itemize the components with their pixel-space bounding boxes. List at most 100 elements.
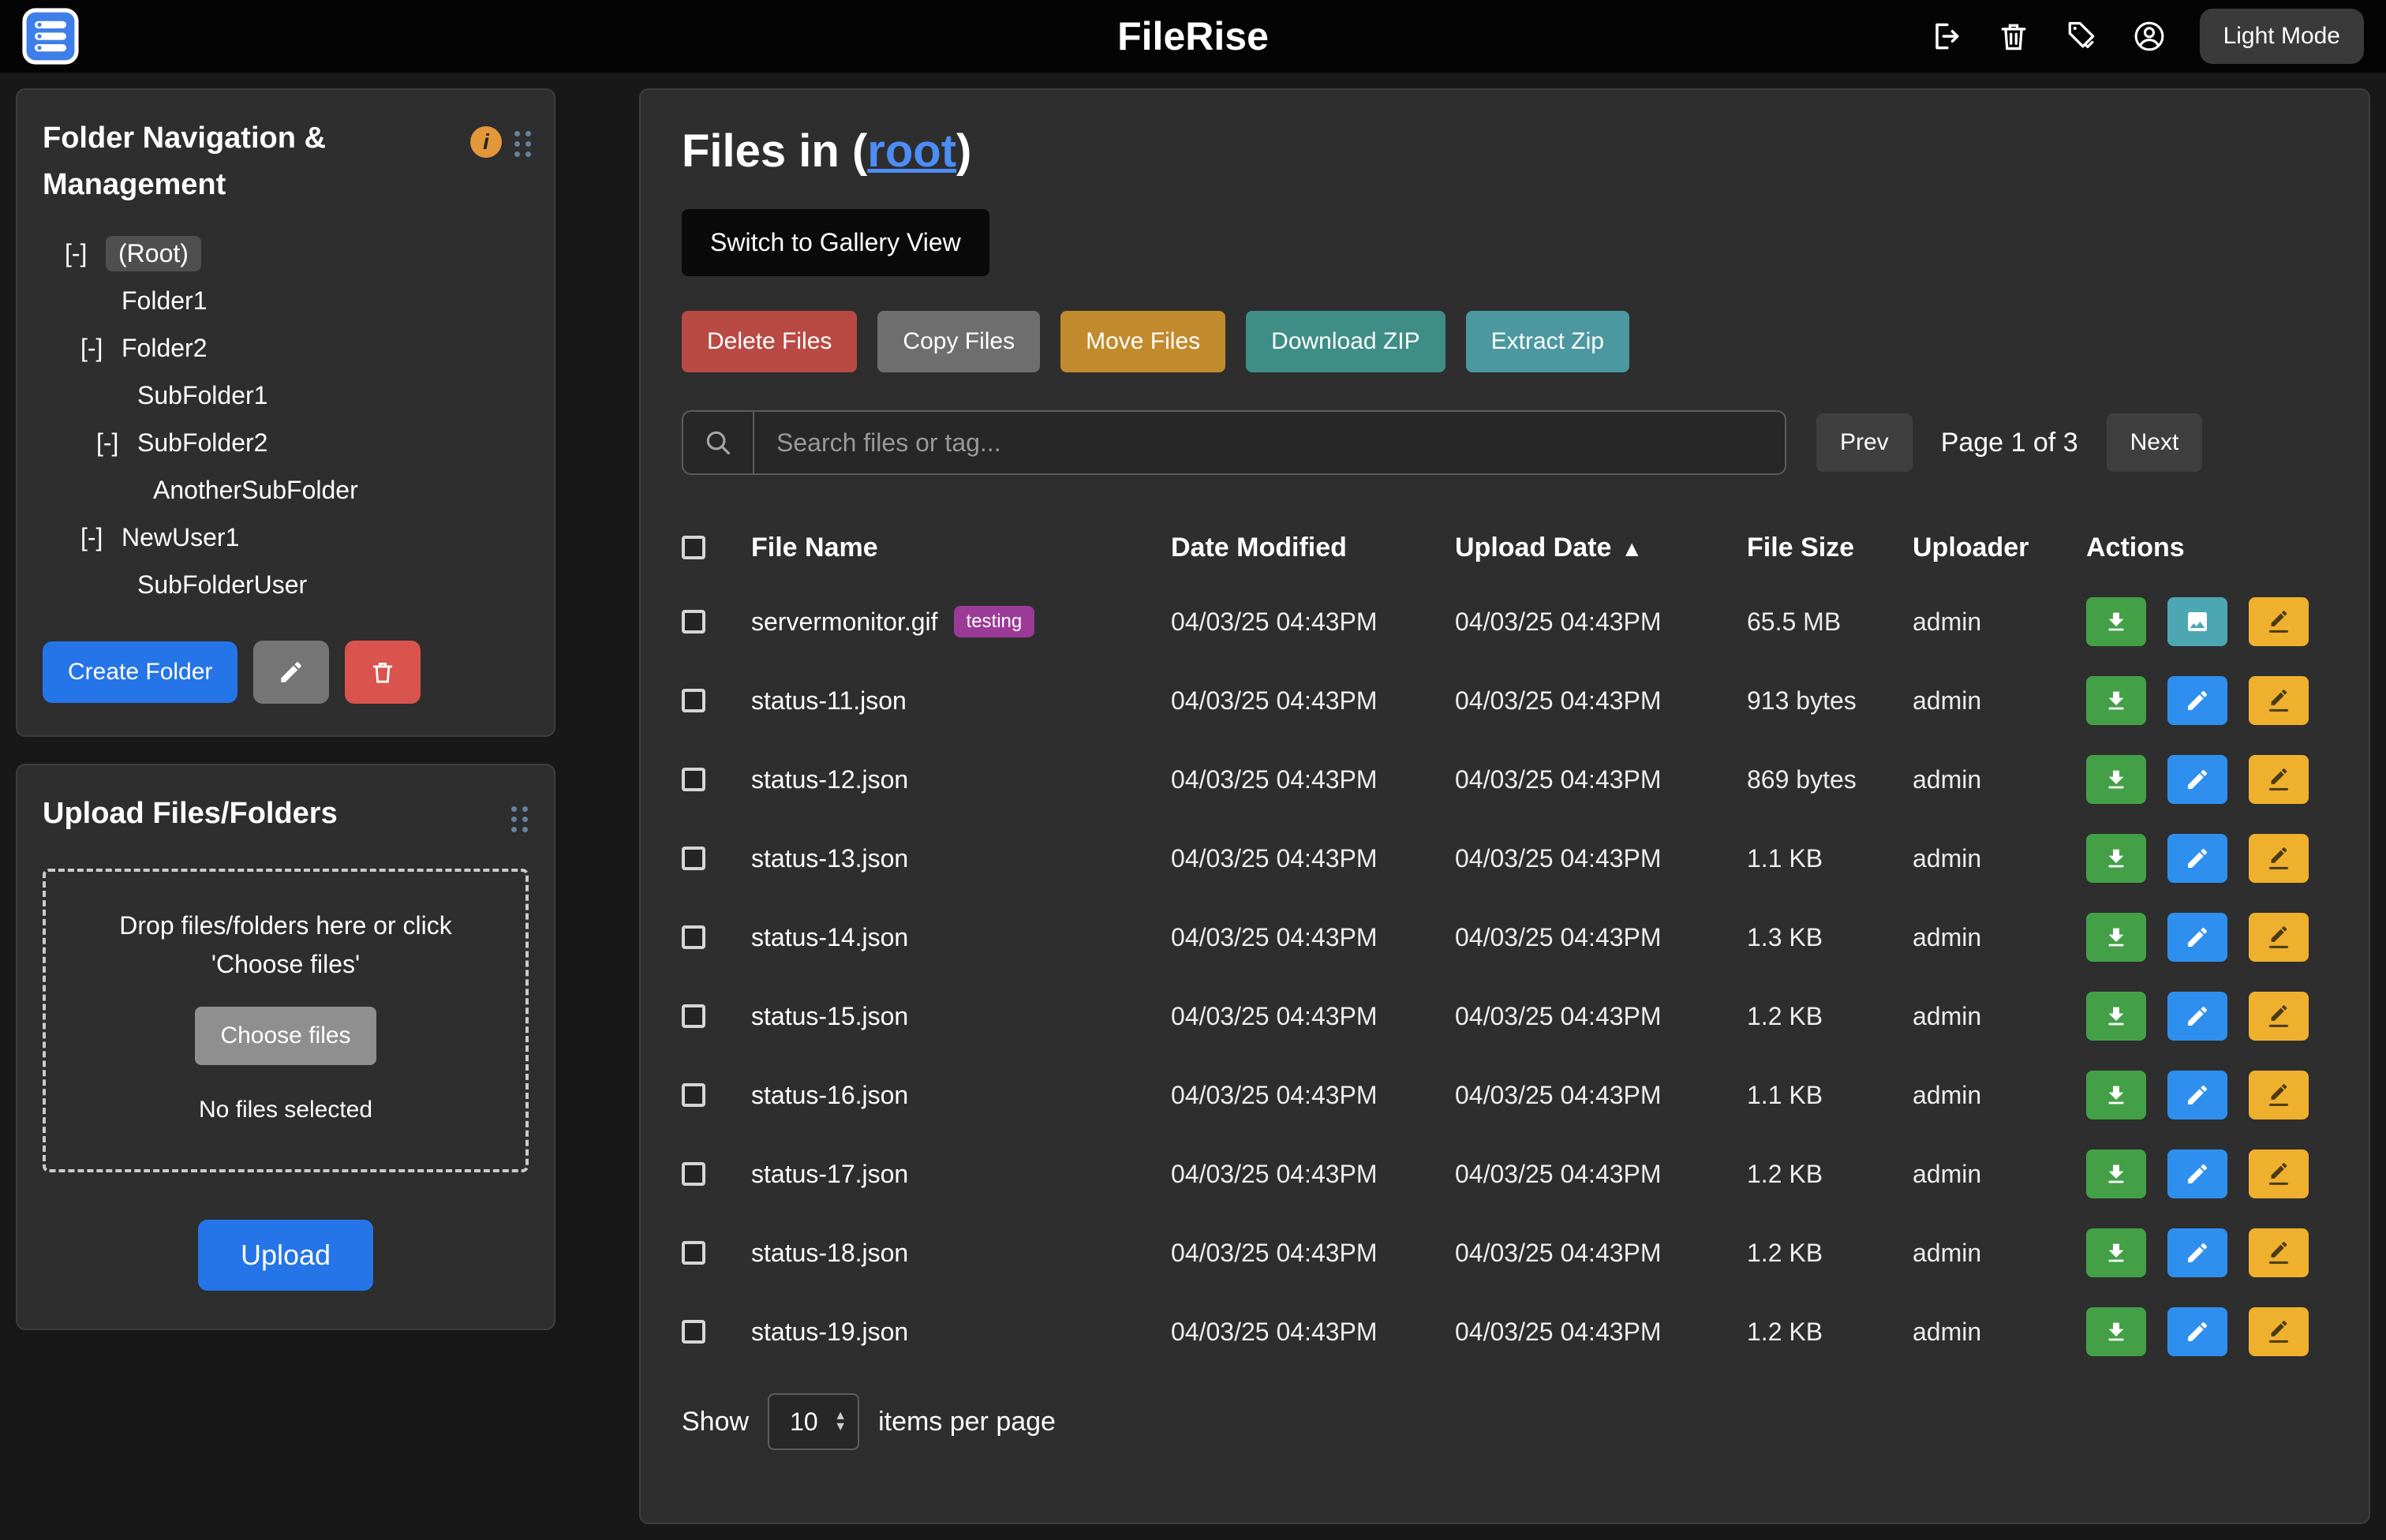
folder-tree-item[interactable]: [-] NewUser1	[43, 514, 532, 562]
file-name[interactable]: status-14.json	[751, 923, 908, 952]
rename-file-button[interactable]	[2249, 1149, 2309, 1198]
upload-button[interactable]: Upload	[198, 1220, 373, 1291]
download-button[interactable]	[2086, 597, 2146, 646]
download-button[interactable]	[2086, 755, 2146, 804]
trash-button[interactable]	[1996, 19, 2031, 54]
next-page-button[interactable]: Next	[2107, 413, 2203, 472]
edit-file-button[interactable]	[2167, 1228, 2227, 1277]
edit-file-button[interactable]	[2167, 1149, 2227, 1198]
rename-file-button[interactable]	[2249, 755, 2309, 804]
folder-tree-item[interactable]: [-] (Root)	[43, 230, 532, 278]
spinner-arrows-icon[interactable]: ▲▼	[834, 1411, 847, 1433]
col-upload-date[interactable]: Upload Date▲	[1455, 533, 1747, 563]
row-checkbox[interactable]	[682, 768, 705, 791]
download-button[interactable]	[2086, 1149, 2146, 1198]
row-checkbox[interactable]	[682, 1162, 705, 1186]
preview-image-button[interactable]	[2167, 597, 2227, 646]
rename-file-button[interactable]	[2249, 676, 2309, 725]
rename-file-button[interactable]	[2249, 1307, 2309, 1356]
file-name[interactable]: status-12.json	[751, 765, 908, 794]
edit-file-button[interactable]	[2167, 1071, 2227, 1119]
items-per-page-select[interactable]: 10 ▲▼	[768, 1393, 859, 1450]
folder-label[interactable]: Folder1	[122, 286, 208, 316]
download-button[interactable]	[2086, 676, 2146, 725]
switch-gallery-view-button[interactable]: Switch to Gallery View	[682, 209, 989, 276]
folder-toggle[interactable]: [-]	[80, 523, 122, 552]
row-checkbox[interactable]	[682, 1241, 705, 1265]
file-name[interactable]: status-18.json	[751, 1239, 908, 1268]
row-checkbox[interactable]	[682, 1320, 705, 1344]
folder-tree-item[interactable]: SubFolderUser	[43, 562, 532, 609]
folder-tree-item[interactable]: SubFolder1	[43, 372, 532, 420]
col-file-name[interactable]: File Name	[751, 533, 1171, 563]
file-name[interactable]: status-19.json	[751, 1318, 908, 1347]
prev-page-button[interactable]: Prev	[1816, 413, 1913, 472]
folder-tree-item[interactable]: [-] Folder2	[43, 325, 532, 372]
app-logo-icon[interactable]	[22, 8, 79, 65]
file-name[interactable]: servermonitor.gif	[751, 607, 938, 637]
delete-folder-button[interactable]	[345, 641, 421, 704]
select-all-checkbox[interactable]	[682, 536, 705, 559]
row-checkbox[interactable]	[682, 689, 705, 712]
folder-label[interactable]: (Root)	[106, 236, 201, 271]
file-name[interactable]: status-17.json	[751, 1160, 908, 1189]
upload-dropzone[interactable]: Drop files/folders here or click 'Choose…	[43, 869, 529, 1173]
file-name[interactable]: status-16.json	[751, 1081, 908, 1110]
info-icon[interactable]: i	[470, 126, 502, 158]
row-checkbox[interactable]	[682, 1083, 705, 1107]
light-mode-button[interactable]: Light Mode	[2200, 9, 2364, 64]
download-button[interactable]	[2086, 913, 2146, 962]
edit-file-button[interactable]	[2167, 913, 2227, 962]
move-files-button[interactable]: Move Files	[1060, 311, 1225, 372]
folder-tree-item[interactable]: [-] SubFolder2	[43, 420, 532, 467]
folder-toggle[interactable]: [-]	[80, 334, 122, 363]
folder-toggle[interactable]: [-]	[96, 428, 137, 458]
rename-folder-button[interactable]	[253, 641, 329, 704]
download-zip-button[interactable]: Download ZIP	[1246, 311, 1445, 372]
file-name[interactable]: status-15.json	[751, 1002, 908, 1031]
logout-button[interactable]	[1928, 19, 1963, 54]
root-folder-link[interactable]: root	[867, 125, 956, 177]
delete-files-button[interactable]: Delete Files	[682, 311, 857, 372]
rename-file-button[interactable]	[2249, 913, 2309, 962]
folder-label[interactable]: SubFolder1	[137, 381, 267, 410]
create-folder-button[interactable]: Create Folder	[43, 641, 237, 703]
edit-file-button[interactable]	[2167, 992, 2227, 1041]
row-checkbox[interactable]	[682, 847, 705, 870]
folder-label[interactable]: NewUser1	[122, 523, 239, 552]
edit-file-button[interactable]	[2167, 1307, 2227, 1356]
col-date-modified[interactable]: Date Modified	[1171, 533, 1455, 563]
tag-manager-button[interactable]	[2064, 19, 2099, 54]
row-checkbox[interactable]	[682, 925, 705, 949]
download-button[interactable]	[2086, 834, 2146, 883]
drag-handle-icon[interactable]	[511, 806, 529, 832]
file-name[interactable]: status-13.json	[751, 844, 908, 873]
account-button[interactable]	[2132, 19, 2167, 54]
search-input[interactable]	[754, 412, 1785, 473]
rename-file-button[interactable]	[2249, 1228, 2309, 1277]
file-name[interactable]: status-11.json	[751, 686, 907, 716]
folder-toggle[interactable]: [-]	[65, 239, 106, 268]
col-uploader[interactable]: Uploader	[1913, 533, 2086, 563]
choose-files-button[interactable]: Choose files	[195, 1007, 376, 1065]
rename-file-button[interactable]	[2249, 834, 2309, 883]
copy-files-button[interactable]: Copy Files	[877, 311, 1040, 372]
folder-tree-item[interactable]: AnotherSubFolder	[43, 467, 532, 514]
folder-label[interactable]: SubFolderUser	[137, 570, 307, 600]
rename-file-button[interactable]	[2249, 1071, 2309, 1119]
row-checkbox[interactable]	[682, 1004, 705, 1028]
folder-tree-item[interactable]: Folder1	[43, 278, 532, 325]
edit-file-button[interactable]	[2167, 755, 2227, 804]
rename-file-button[interactable]	[2249, 992, 2309, 1041]
drag-handle-icon[interactable]	[514, 131, 532, 157]
download-button[interactable]	[2086, 1228, 2146, 1277]
extract-zip-button[interactable]: Extract Zip	[1466, 311, 1629, 372]
rename-file-button[interactable]	[2249, 597, 2309, 646]
folder-label[interactable]: AnotherSubFolder	[153, 476, 358, 505]
download-button[interactable]	[2086, 992, 2146, 1041]
edit-file-button[interactable]	[2167, 676, 2227, 725]
row-checkbox[interactable]	[682, 610, 705, 634]
download-button[interactable]	[2086, 1307, 2146, 1356]
edit-file-button[interactable]	[2167, 834, 2227, 883]
download-button[interactable]	[2086, 1071, 2146, 1119]
